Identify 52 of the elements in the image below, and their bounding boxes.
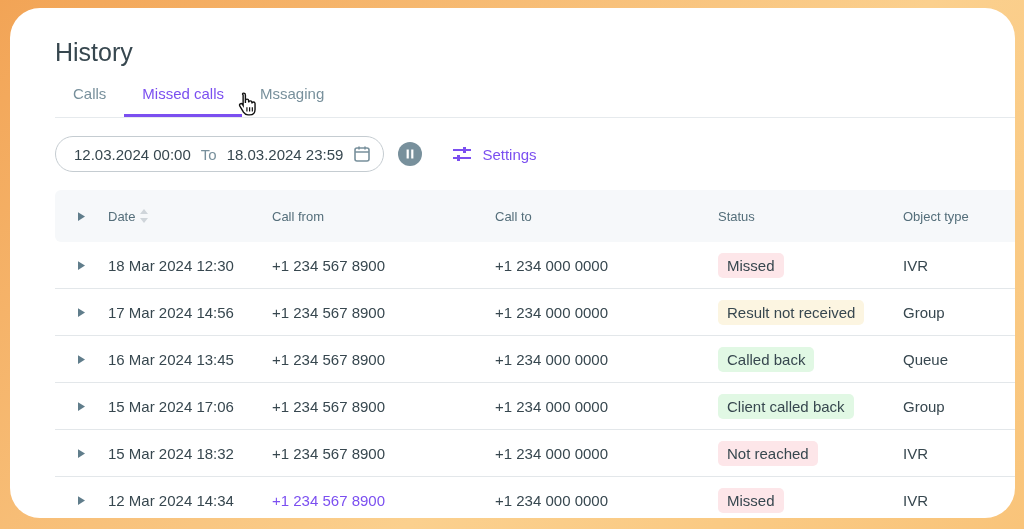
expand-row-icon[interactable] — [78, 401, 85, 411]
phone-link[interactable]: +1 234 567 8900 — [272, 491, 386, 509]
expand-row-icon[interactable] — [78, 307, 85, 317]
phone-link[interactable]: +1 234 567 8900 — [272, 256, 386, 274]
hand-cursor-icon — [237, 91, 259, 117]
expand-row-icon[interactable] — [78, 448, 85, 458]
phone-link[interactable]: +1 234 567 8900 — [272, 350, 386, 368]
table-cell: IVR — [903, 256, 928, 274]
table-cell: 15 Mar 2024 18:32 — [108, 444, 234, 462]
table-cell: +1 234 000 0000 — [495, 256, 609, 274]
expand-row-icon[interactable] — [78, 354, 85, 364]
column-header: Object type — [903, 208, 969, 224]
table-cell: +1 234 000 0000 — [495, 397, 609, 415]
table-cell: 17 Mar 2024 14:56 — [108, 303, 234, 321]
status-badge: Missed — [718, 252, 784, 278]
status-badge: Not reached — [718, 440, 818, 466]
table-cell: 16 Mar 2024 13:45 — [108, 350, 234, 368]
table-cell: Group — [903, 303, 945, 321]
table-cell: 18 Mar 2024 12:30 — [108, 256, 234, 274]
table-cell: IVR — [903, 444, 928, 462]
expand-all-icon[interactable] — [78, 211, 85, 221]
phone-link[interactable]: +1 234 567 8900 — [272, 303, 386, 321]
to-label: To — [200, 145, 217, 163]
table-cell: Group — [903, 397, 945, 415]
column-header: Call from — [272, 208, 324, 224]
status-badge: Result not received — [718, 299, 865, 325]
table-cell: 12 Mar 2024 14:34 — [108, 491, 234, 509]
table-cell: +1 234 000 0000 — [495, 491, 609, 509]
sliders-icon — [452, 146, 473, 162]
page-title: History — [55, 38, 134, 67]
table-cell: +1 234 000 0000 — [495, 350, 609, 368]
column-header: Call to — [495, 208, 532, 224]
calendar-icon[interactable] — [353, 145, 372, 163]
tab[interactable]: Calls — [73, 85, 107, 117]
status-badge: Missed — [718, 487, 784, 513]
table-cell: Queue — [903, 350, 949, 368]
table-cell: +1 234 000 0000 — [495, 303, 609, 321]
expand-row-icon[interactable] — [78, 260, 85, 270]
table-cell: 15 Mar 2024 17:06 — [108, 397, 234, 415]
settings-button[interactable]: Settings — [452, 145, 537, 163]
column-header[interactable]: Date — [108, 208, 136, 224]
expand-row-icon[interactable] — [78, 495, 85, 505]
status-badge: Called back — [718, 346, 815, 372]
pause-icon[interactable] — [398, 142, 423, 166]
column-header: Status — [718, 208, 755, 224]
date-to: 18.03.2024 23:59 — [226, 145, 344, 163]
phone-link[interactable]: +1 234 567 8900 — [272, 397, 386, 415]
date-from: 12.03.2024 00:00 — [74, 145, 191, 163]
phone-link[interactable]: +1 234 567 8900 — [272, 444, 386, 462]
table-cell: IVR — [903, 491, 928, 509]
status-badge: Client called back — [718, 393, 854, 419]
table-cell: +1 234 000 0000 — [495, 444, 609, 462]
